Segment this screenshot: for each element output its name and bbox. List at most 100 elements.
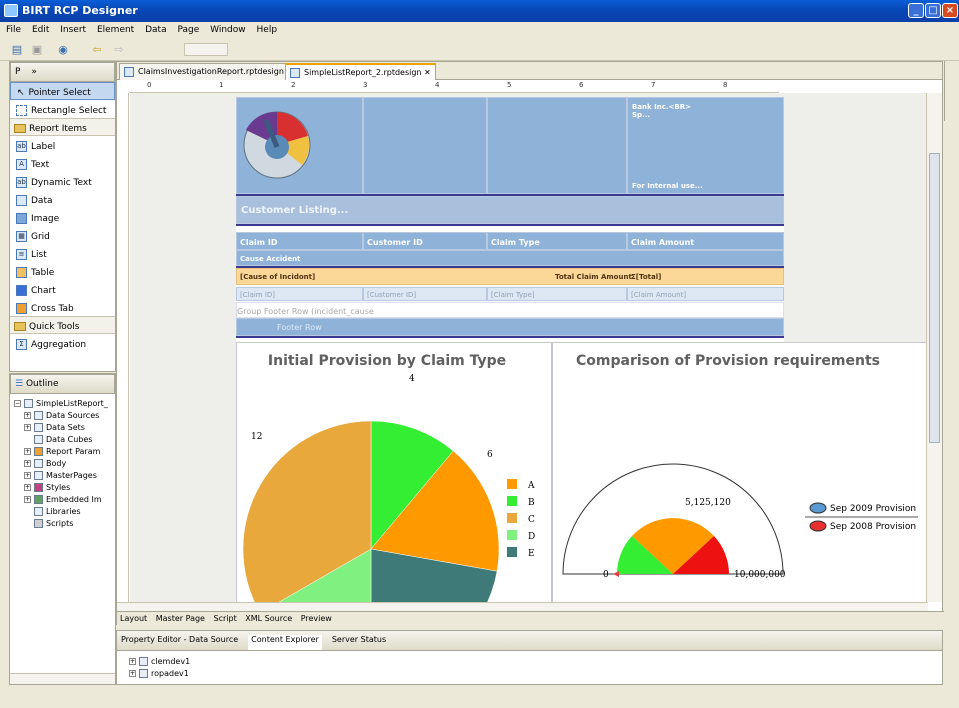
tree-item-scripts[interactable]: Scripts	[24, 517, 115, 529]
menu-window[interactable]: Window	[210, 25, 246, 35]
tab-simple-list-report[interactable]: SimpleListReport_2.rptdesign ✕	[285, 63, 436, 80]
internal-label: For Internal use...	[632, 182, 703, 190]
forward-icon[interactable]: ⇨	[112, 43, 126, 56]
expand-icon[interactable]: +	[24, 411, 31, 419]
menu-edit[interactable]: Edit	[32, 25, 49, 35]
pie-chart[interactable]: Initial Provision by Claim Type 4 6 12 ABC…	[236, 342, 552, 602]
maximize-button[interactable]: □	[925, 3, 941, 18]
outline-tab[interactable]: Outline	[26, 379, 59, 389]
run-icon[interactable]: ◉	[56, 43, 70, 56]
save-icon[interactable]: ▣	[30, 43, 44, 56]
view-menu-icon[interactable]: »	[31, 67, 37, 77]
expand-icon[interactable]: +	[24, 423, 31, 431]
tab-preview[interactable]: Preview	[301, 614, 332, 623]
editor-hscroll[interactable]	[117, 602, 928, 611]
pointer-select[interactable]: ↖ Pointer Select	[10, 82, 115, 100]
logo-cell[interactable]	[236, 97, 363, 194]
col-header-claim-id[interactable]: Claim ID	[236, 232, 363, 250]
menu-help[interactable]: Help	[257, 25, 278, 35]
tree-item-master-pages[interactable]: + MasterPages	[24, 469, 115, 481]
palette-list[interactable]: ≡ List	[10, 244, 115, 262]
col-header-claim-amount[interactable]: Claim Amount	[627, 232, 784, 250]
tree-item-embedded-images[interactable]: + Embedded Im	[24, 493, 115, 505]
palette-image[interactable]: Image	[10, 208, 115, 226]
window-title: BIRT RCP Designer	[22, 4, 138, 17]
expand-icon[interactable]: +	[24, 459, 31, 467]
tab-server-status[interactable]: Server Status	[332, 635, 386, 650]
expand-icon[interactable]: +	[129, 657, 136, 665]
expand-icon[interactable]: +	[129, 669, 136, 677]
tab-claims-report[interactable]: ClaimsInvestigationReport.rptdesign	[119, 63, 289, 80]
tree-item-report-params[interactable]: + Report Param	[24, 445, 115, 457]
palette-label[interactable]: ab Label	[10, 136, 115, 154]
palette-table[interactable]: Table	[10, 262, 115, 280]
close-button[interactable]: ×	[942, 3, 958, 18]
menu-bar: File Edit Insert Element Data Page Windo…	[0, 22, 959, 39]
tree-item-styles[interactable]: + Styles	[24, 481, 115, 493]
expand-icon[interactable]: +	[24, 447, 31, 455]
palette-tab[interactable]: P	[15, 67, 20, 77]
tab-content-explorer[interactable]: Content Explorer	[248, 635, 322, 650]
menu-data[interactable]: Data	[145, 25, 167, 35]
outline-hscroll[interactable]	[10, 673, 115, 684]
server-icon	[139, 656, 148, 666]
footer-row[interactable]: Footer Row	[236, 318, 784, 336]
expand-icon[interactable]: +	[24, 495, 31, 503]
menu-file[interactable]: File	[6, 25, 21, 35]
gauge-chart[interactable]: Comparison of Provision requirements 0 1…	[552, 342, 928, 602]
detail-customer-id[interactable]: [Customer ID]	[363, 287, 487, 301]
minimize-button[interactable]: _	[908, 3, 924, 18]
quick-tools-category[interactable]: Quick Tools	[10, 316, 115, 334]
tab-script[interactable]: Script	[214, 614, 237, 623]
tree-item-body[interactable]: + Body	[24, 457, 115, 469]
palette-text[interactable]: A Text	[10, 154, 115, 172]
tab-xml-source[interactable]: XML Source	[245, 614, 292, 623]
tree-root[interactable]: − SimpleListReport_	[14, 397, 115, 409]
editor-vscroll[interactable]	[926, 93, 942, 602]
col-header-claim-type[interactable]: Claim Type	[487, 232, 627, 250]
detail-claim-type[interactable]: [Claim Type]	[487, 287, 627, 301]
col-header-customer-id[interactable]: Customer ID	[363, 232, 487, 250]
tree-item-data-sets[interactable]: + Data Sets	[24, 421, 115, 433]
customer-listing-row[interactable]: Customer Listing...	[236, 196, 784, 224]
header-cell-3[interactable]	[487, 97, 627, 194]
palette-data[interactable]: Data	[10, 190, 115, 208]
gauge-logo-icon	[243, 111, 311, 179]
menu-insert[interactable]: Insert	[60, 25, 86, 35]
col-label: Claim Type	[491, 238, 540, 247]
tree-item-libraries[interactable]: Libraries	[24, 505, 115, 517]
rectangle-select[interactable]: Rectangle Select	[10, 100, 115, 118]
server-item[interactable]: + clemdev1	[129, 655, 942, 667]
vscroll-thumb[interactable]	[929, 153, 940, 443]
menu-element[interactable]: Element	[97, 25, 134, 35]
palette-dynamic-text[interactable]: ab Dynamic Text	[10, 172, 115, 190]
server-item[interactable]: + ropadev1	[129, 667, 942, 679]
detail-claim-amount[interactable]: [Claim Amount]	[627, 287, 784, 301]
palette-aggregation[interactable]: Σ Aggregation	[10, 334, 115, 352]
tree-item-data-cubes[interactable]: Data Cubes	[24, 433, 115, 445]
detail-claim-id[interactable]: [Claim ID]	[236, 287, 363, 301]
report-items-category[interactable]: Report Items	[10, 118, 115, 136]
group-row[interactable]: [Cause of Incidont] Total Claim Amount Σ…	[236, 268, 784, 285]
header-cell-4[interactable]: Bank Inc.<BR> Sp... For Internal use...	[627, 97, 784, 194]
palette-cross-tab[interactable]: Cross Tab	[10, 298, 115, 316]
tab-master-page[interactable]: Master Page	[156, 614, 205, 623]
palette-chart[interactable]: Chart	[10, 280, 115, 298]
tab-layout[interactable]: Layout	[120, 614, 147, 623]
palette-grid[interactable]: ▦ Grid	[10, 226, 115, 244]
menu-page[interactable]: Page	[177, 25, 199, 35]
layout-canvas[interactable]: Bank Inc.<BR> Sp... For Internal use... …	[130, 93, 928, 602]
tree-item-data-sources[interactable]: + Data Sources	[24, 409, 115, 421]
rectangle-select-icon	[16, 105, 27, 116]
tab-property-editor[interactable]: Property Editor - Data Source	[121, 635, 238, 650]
back-icon[interactable]: ⇦	[90, 43, 104, 56]
legend-label-c: C	[528, 515, 535, 525]
expand-icon[interactable]: +	[24, 471, 31, 479]
group-header-row[interactable]: Cause Accident	[236, 250, 784, 266]
zoom-combo[interactable]	[184, 43, 228, 56]
group-footer-row[interactable]: Group Footer Row (incident_cause	[236, 302, 784, 318]
header-cell-2[interactable]	[363, 97, 487, 194]
collapse-icon[interactable]: −	[14, 399, 21, 407]
expand-icon[interactable]: +	[24, 483, 31, 491]
new-icon[interactable]: ▤	[10, 43, 24, 56]
